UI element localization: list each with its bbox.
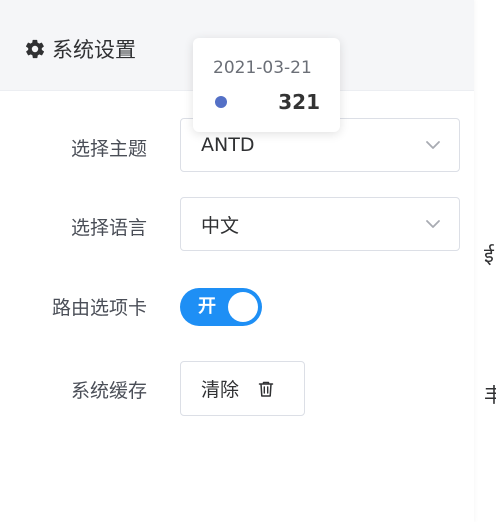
background-text-fragment: ई (484, 243, 494, 267)
switch-knob (228, 292, 258, 322)
tooltip-date: 2021-03-21 (213, 58, 312, 78)
language-select-value: 中文 (201, 214, 240, 237)
gear-icon (25, 39, 45, 59)
trash-icon (258, 381, 274, 397)
switch-on-text: 开 (198, 296, 216, 317)
clear-cache-button[interactable]: 清除 (180, 361, 305, 416)
clear-cache-button-label: 清除 (201, 379, 240, 401)
tooltip-value: 321 (278, 90, 320, 114)
page: ई 丰 ▔▔ ▮▮▮▮ 系统设置 选择主题 ANTD 选择语言 中文 (0, 0, 496, 522)
route-tabs-switch[interactable]: 开 (180, 288, 262, 326)
chevron-down-icon (426, 141, 440, 149)
chevron-down-icon (426, 220, 440, 228)
chart-tooltip: 2021-03-21 321 (193, 38, 340, 132)
series-marker-dot (215, 96, 227, 108)
cache-label: 系统缓存 (70, 380, 147, 402)
language-label: 选择语言 (70, 217, 147, 239)
background-text-fragment: 丰 (484, 383, 496, 407)
theme-label: 选择主题 (70, 138, 147, 160)
drawer-title: 系统设置 (24, 34, 136, 64)
theme-select-value: ANTD (201, 134, 255, 156)
drawer-title-text: 系统设置 (52, 38, 136, 62)
route-tabs-label: 路由选项卡 (51, 297, 147, 319)
background-page-edge: ई 丰 (473, 0, 496, 522)
language-select[interactable]: 中文 (180, 197, 460, 251)
